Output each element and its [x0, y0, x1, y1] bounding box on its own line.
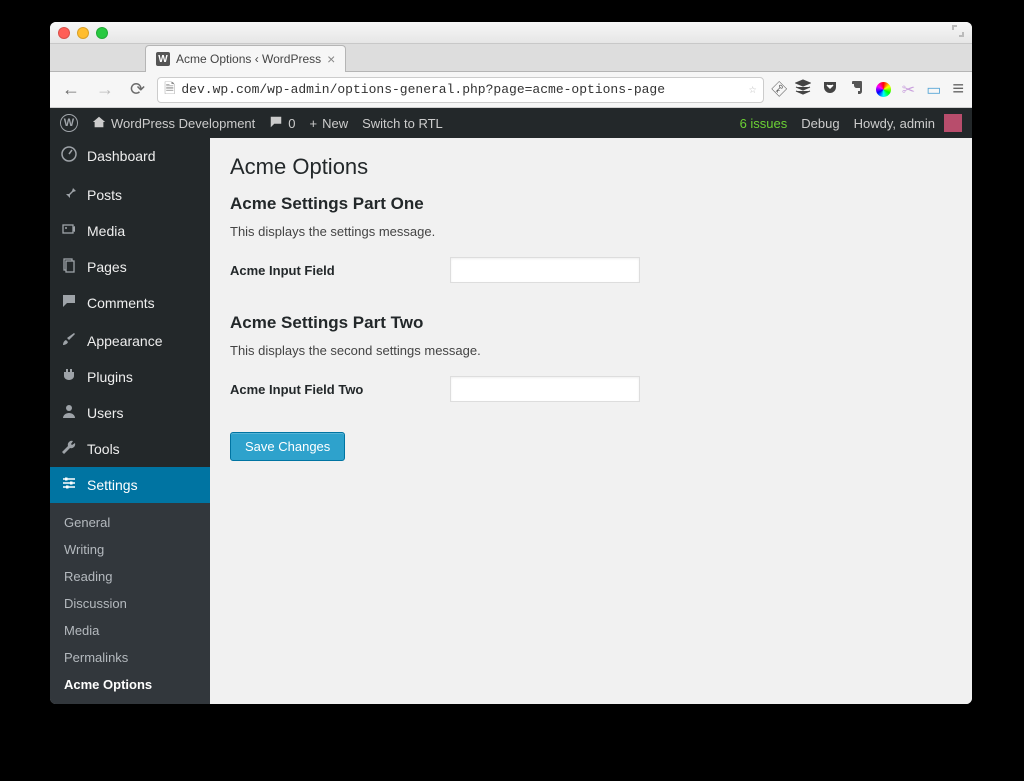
issues-link[interactable]: 6 issues	[740, 116, 788, 131]
close-tab-icon[interactable]: ×	[327, 51, 335, 67]
traffic-lights	[58, 27, 108, 39]
section2-field-row: Acme Input Field Two	[230, 376, 952, 402]
sidebar-item-comments[interactable]: Comments	[50, 285, 210, 321]
folder-extension-icon[interactable]: ▭	[926, 80, 941, 100]
main-content: Acme Options Acme Settings Part One This…	[210, 138, 972, 704]
user-icon	[60, 403, 78, 423]
sidebar-item-posts[interactable]: Posts	[50, 177, 210, 213]
submenu-acme-options[interactable]: Acme Options	[50, 671, 210, 698]
section2-heading: Acme Settings Part Two	[230, 313, 952, 333]
browser-toolbar: ← → ⟳ 🗎 dev.wp.com/wp-admin/options-gene…	[50, 72, 972, 108]
back-button[interactable]: ←	[58, 79, 84, 100]
plug-icon	[60, 367, 78, 387]
section2-field-label: Acme Input Field Two	[230, 382, 450, 397]
section1-field-label: Acme Input Field	[230, 263, 450, 278]
section1-field-row: Acme Input Field	[230, 257, 952, 283]
settings-submenu: General Writing Reading Discussion Media…	[50, 503, 210, 704]
sidebar-item-dashboard[interactable]: Dashboard	[50, 138, 210, 174]
dashboard-icon	[60, 146, 78, 166]
bookmark-star-icon[interactable]: ☆	[749, 82, 757, 97]
plus-icon: +	[310, 116, 318, 131]
address-bar[interactable]: 🗎 dev.wp.com/wp-admin/options-general.ph…	[157, 77, 764, 103]
favicon-icon: W	[156, 52, 170, 66]
comment-icon	[60, 293, 78, 313]
browser-tab[interactable]: W Acme Options ‹ WordPress ×	[145, 45, 346, 72]
submenu-discussion[interactable]: Discussion	[50, 590, 210, 617]
section1-description: This displays the settings message.	[230, 224, 952, 239]
window-titlebar	[50, 22, 972, 44]
acme-input-field[interactable]	[450, 257, 640, 283]
account-link[interactable]: Howdy, admin	[854, 114, 962, 132]
avatar	[944, 114, 962, 132]
sidebar-item-users[interactable]: Users	[50, 395, 210, 431]
tab-title: Acme Options ‹ WordPress	[176, 52, 321, 66]
wrench-icon	[60, 439, 78, 459]
sidebar-item-pages[interactable]: Pages	[50, 249, 210, 285]
submenu-permalinks[interactable]: Permalinks	[50, 644, 210, 671]
pages-icon	[60, 257, 78, 277]
close-window-button[interactable]	[58, 27, 70, 39]
brush-icon	[60, 331, 78, 351]
wp-admin-bar: W WordPress Development 0 + New Switch t…	[50, 108, 972, 138]
submenu-writing[interactable]: Writing	[50, 536, 210, 563]
admin-sidebar: Dashboard Posts Media Pages Comment	[50, 138, 210, 704]
sidebar-item-settings[interactable]: Settings	[50, 467, 210, 503]
comments-link[interactable]: 0	[269, 115, 295, 132]
section2-description: This displays the second settings messag…	[230, 343, 952, 358]
save-changes-button[interactable]: Save Changes	[230, 432, 345, 461]
section1-heading: Acme Settings Part One	[230, 194, 952, 214]
sidebar-item-media[interactable]: Media	[50, 213, 210, 249]
sidebar-item-plugins[interactable]: Plugins	[50, 359, 210, 395]
wp-body: Dashboard Posts Media Pages Comment	[50, 138, 972, 704]
debug-link[interactable]: Debug	[801, 116, 839, 131]
submenu-media[interactable]: Media	[50, 617, 210, 644]
key-extension-icon[interactable]: ⚿	[767, 79, 788, 100]
colorzilla-extension-icon[interactable]	[876, 82, 891, 97]
rtl-switch-link[interactable]: Switch to RTL	[362, 116, 443, 131]
fullscreen-icon[interactable]	[952, 25, 964, 40]
pocket-extension-icon[interactable]	[822, 79, 838, 100]
site-name-link[interactable]: WordPress Development	[92, 115, 255, 132]
sidebar-item-tools[interactable]: Tools	[50, 431, 210, 467]
browser-tabstrip: W Acme Options ‹ WordPress ×	[50, 44, 972, 72]
evernote-extension-icon[interactable]	[849, 79, 865, 100]
url-text: dev.wp.com/wp-admin/options-general.php?…	[181, 82, 665, 97]
forward-button[interactable]: →	[92, 79, 118, 100]
scissors-extension-icon[interactable]: ✂	[902, 80, 915, 100]
chrome-menu-icon[interactable]: ≡	[952, 78, 964, 101]
media-icon	[60, 221, 78, 241]
minimize-window-button[interactable]	[77, 27, 89, 39]
home-icon	[92, 115, 106, 132]
reload-button[interactable]: ⟳	[126, 79, 149, 100]
wordpress-admin: W WordPress Development 0 + New Switch t…	[50, 108, 972, 704]
wordpress-logo-icon[interactable]: W	[60, 114, 78, 132]
page-icon: 🗎	[164, 78, 175, 102]
sidebar-item-appearance[interactable]: Appearance	[50, 323, 210, 359]
buffer-extension-icon[interactable]	[795, 79, 811, 100]
browser-window: W Acme Options ‹ WordPress × ← → ⟳ 🗎 dev…	[50, 22, 972, 704]
page-title: Acme Options	[230, 154, 952, 180]
zoom-window-button[interactable]	[96, 27, 108, 39]
comment-icon	[269, 115, 283, 132]
submenu-reading[interactable]: Reading	[50, 563, 210, 590]
extension-icons: ⚿ ✂ ▭ ≡	[772, 78, 964, 101]
pin-icon	[60, 185, 78, 205]
acme-input-field-two[interactable]	[450, 376, 640, 402]
new-content-link[interactable]: + New	[310, 116, 349, 131]
sliders-icon	[60, 475, 78, 495]
submenu-general[interactable]: General	[50, 509, 210, 536]
